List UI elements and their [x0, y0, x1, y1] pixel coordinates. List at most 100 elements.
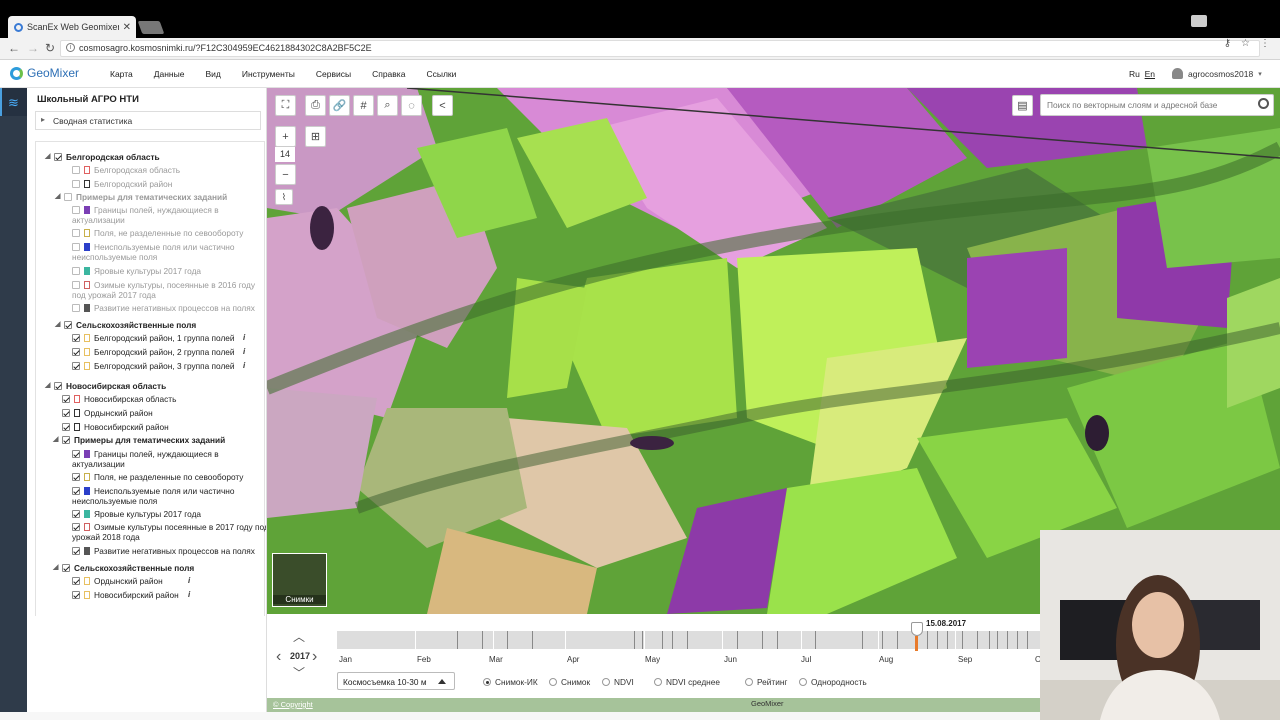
layer-info-icon[interactable]: i [188, 590, 190, 599]
layer-checkbox[interactable] [72, 206, 80, 214]
layer-row[interactable]: Развитие негативных процессов на полях [72, 546, 255, 556]
layer-row[interactable]: Неиспользуемые поля или частично неисполь… [72, 242, 234, 262]
layer-checkbox[interactable] [62, 423, 70, 431]
layers-icon[interactable]: ≋ [6, 95, 21, 110]
snapshot-tick[interactable] [634, 631, 635, 649]
center-map-button[interactable]: ⊞ [305, 126, 326, 147]
snapshot-tick[interactable] [977, 631, 978, 649]
layer-checkbox[interactable] [72, 591, 80, 599]
menu-item-map[interactable]: Карта [110, 69, 133, 79]
layer-checkbox[interactable] [62, 409, 70, 417]
layer-style-swatch[interactable] [84, 348, 90, 356]
layer-row[interactable]: Озимые культуры посеянные в 2017 году по… [72, 522, 266, 542]
layer-checkbox[interactable] [62, 436, 70, 444]
snapshot-tick[interactable] [662, 631, 663, 649]
geomixer-logo[interactable]: GeoMixer [10, 66, 79, 80]
timeline-bar[interactable] [337, 631, 1040, 649]
summary-stats-toggle[interactable]: Сводная статистика [35, 111, 261, 130]
layer-row[interactable]: ◢ Новосибирская область [45, 381, 166, 391]
layer-style-swatch[interactable] [84, 523, 90, 531]
layer-style-swatch[interactable] [84, 473, 90, 481]
mode-ndvi[interactable]: NDVI [602, 677, 634, 687]
layer-style-swatch[interactable] [84, 362, 90, 370]
menu-item-services[interactable]: Сервисы [316, 69, 351, 79]
layer-style-swatch[interactable] [84, 450, 90, 458]
layer-info-icon[interactable]: i [243, 333, 245, 342]
layer-style-swatch[interactable] [84, 180, 90, 188]
imagery-type-select[interactable]: Космосъемка 10-30 м [337, 672, 455, 690]
layer-style-swatch[interactable] [84, 267, 90, 275]
layer-checkbox[interactable] [72, 334, 80, 342]
snapshot-tick[interactable] [687, 631, 688, 649]
snapshot-tick[interactable] [1007, 631, 1008, 649]
snapshot-tick[interactable] [962, 631, 963, 649]
snapshot-tick[interactable] [882, 631, 883, 649]
browser-menu-icon[interactable]: ⋮ [1260, 38, 1270, 49]
layer-info-icon[interactable]: i [243, 361, 245, 370]
layer-row[interactable]: Поля, не разделенные по севообороту [72, 472, 243, 482]
lang-en[interactable]: En [1145, 69, 1155, 79]
site-info-icon[interactable]: i [66, 43, 75, 52]
layer-checkbox[interactable] [62, 395, 70, 403]
layer-row[interactable]: Неиспользуемые поля или частично неисполь… [72, 486, 234, 506]
search-icon[interactable] [1258, 98, 1269, 109]
layer-row[interactable]: Белгородский район, 2 группа полей [72, 347, 235, 357]
layer-checkbox[interactable] [54, 153, 62, 161]
forward-icon[interactable]: → [27, 41, 39, 55]
snapshot-tick[interactable] [762, 631, 763, 649]
snapshot-tick[interactable] [947, 631, 948, 649]
layer-row[interactable]: Озимые культуры, посеянные в 2016 году по… [72, 280, 255, 300]
layer-row[interactable]: Белгородский район [72, 179, 172, 189]
menu-item-help[interactable]: Справка [372, 69, 405, 79]
grid-button[interactable]: # [353, 95, 374, 116]
browser-tab[interactable]: ScanEx Web Geomixer - п ✕ [8, 16, 136, 38]
layer-checkbox[interactable] [64, 321, 72, 329]
layer-row[interactable]: Ордынский район [72, 576, 163, 586]
layer-checkbox[interactable] [72, 510, 80, 518]
zoom-in-button[interactable]: + [275, 126, 296, 147]
layer-checkbox[interactable] [72, 166, 80, 174]
layer-checkbox[interactable] [72, 547, 80, 555]
lang-ru[interactable]: Ru [1129, 69, 1140, 79]
permalink-button[interactable]: 🔗 [329, 95, 350, 116]
layer-row[interactable]: Новосибирский район [62, 422, 169, 432]
snapshot-tick[interactable] [1017, 631, 1018, 649]
snapshot-tick[interactable] [507, 631, 508, 649]
layer-row[interactable]: ◢ Примеры для тематических заданий [53, 435, 225, 445]
layer-info-icon[interactable]: i [188, 576, 190, 585]
layer-style-swatch[interactable] [84, 243, 90, 251]
layer-row[interactable]: Белгородский район, 1 группа полей [72, 333, 235, 343]
layer-checkbox[interactable] [72, 304, 80, 312]
layer-style-swatch[interactable] [74, 409, 80, 417]
mode-rating[interactable]: Рейтинг [745, 677, 787, 687]
snapshot-tick[interactable] [927, 631, 928, 649]
layer-checkbox[interactable] [72, 348, 80, 356]
user-menu[interactable]: agrocosmos2018 ▾ [1172, 68, 1262, 79]
year-prev-icon[interactable]: ‹ [276, 648, 281, 666]
layer-row[interactable]: ◢ Белгородская область [45, 152, 160, 162]
layer-info-icon[interactable]: i [243, 347, 245, 356]
snapshot-tick[interactable] [482, 631, 483, 649]
snapshot-tick[interactable] [532, 631, 533, 649]
layer-style-swatch[interactable] [84, 487, 90, 495]
expand-arrow-icon[interactable]: ◢ [53, 435, 58, 445]
basemap-switcher-button[interactable]: ▤ [1012, 95, 1033, 116]
back-icon[interactable]: ← [8, 41, 20, 55]
mode-uniformity[interactable]: Однородность [799, 677, 867, 687]
layer-style-swatch[interactable] [84, 591, 90, 599]
layer-style-swatch[interactable] [84, 577, 90, 585]
reload-icon[interactable]: ↻ [45, 41, 55, 55]
expand-arrow-icon[interactable]: ◢ [45, 152, 50, 162]
expand-arrow-icon[interactable]: ◢ [53, 563, 58, 573]
layer-row[interactable]: Яровые культуры 2017 года [72, 509, 201, 519]
year-up-icon[interactable]: ︿ [293, 628, 305, 645]
snapshot-tick[interactable] [897, 631, 898, 649]
layer-style-swatch[interactable] [84, 281, 90, 289]
mode-ir-image[interactable]: Снимок-ИК [483, 677, 538, 687]
menu-item-view[interactable]: Вид [205, 69, 220, 79]
menu-item-links[interactable]: Ссылки [426, 69, 456, 79]
snapshots-thumbnail[interactable]: Снимки [272, 553, 327, 607]
expand-arrow-icon[interactable]: ◢ [55, 320, 60, 330]
layer-row[interactable]: Белгородская область [72, 165, 180, 175]
layer-checkbox[interactable] [72, 362, 80, 370]
